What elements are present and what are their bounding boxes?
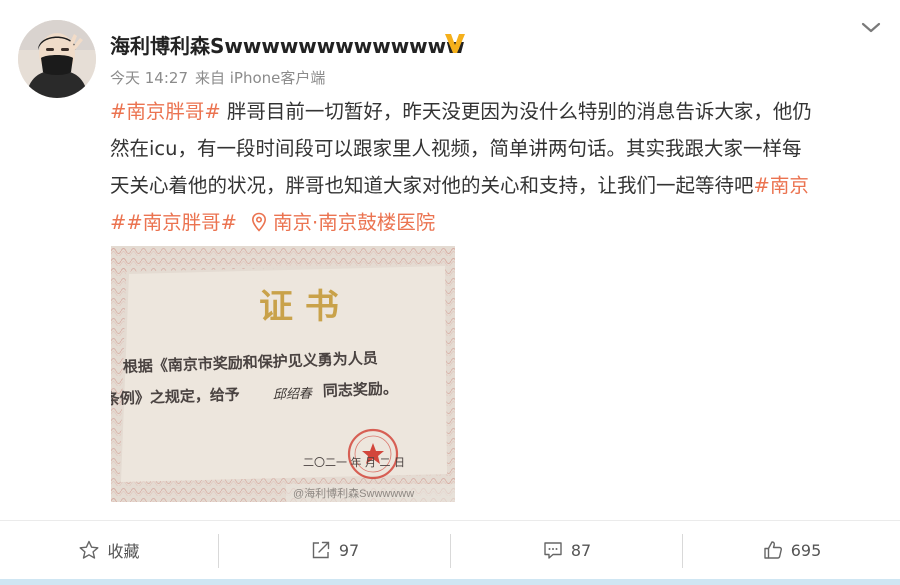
topic-tag[interactable]: #南京	[754, 174, 809, 197]
certificate-line-2-end: 同志奖励。	[323, 379, 399, 400]
comment-count: 87	[570, 540, 592, 560]
repost-button[interactable]: 97	[219, 521, 450, 579]
content-line: 然在icu，有一段时间段可以跟家里人视频，简单讲两句话。其实我跟大家一样每	[110, 130, 885, 167]
post-content: #南京胖哥# 胖哥目前一切暂好，昨天没更因为没什么特别的消息告诉大家，他仍 然在…	[110, 93, 885, 241]
avatar[interactable]	[18, 20, 96, 98]
favorite-button[interactable]: 收藏	[0, 521, 218, 579]
content-text: 然在icu，有一段时间段可以跟家里人视频，简单讲两句话。其实我跟大家一样每	[110, 137, 802, 160]
certificate-title: 证 书	[259, 287, 339, 327]
location-link[interactable]: 南京·南京鼓楼医院	[273, 211, 435, 234]
action-bar: 收藏 97 87 695	[0, 520, 900, 581]
chevron-down-icon[interactable]	[858, 18, 884, 38]
topic-tag[interactable]: #南京胖哥#	[110, 100, 221, 123]
star-icon	[79, 540, 99, 559]
post-image[interactable]: 证 书 根据《南京市奖励和保护见义勇为人员 条例》之规定，给予 邱绍春 同志奖励…	[111, 246, 455, 502]
certificate-date: 二〇二一 年 月 二 日	[303, 455, 405, 469]
content-line: ##南京胖哥# 南京·南京鼓楼医院	[110, 204, 885, 241]
like-count: 695	[790, 540, 822, 560]
next-card-edge	[0, 579, 900, 585]
content-line: #南京胖哥# 胖哥目前一切暂好，昨天没更因为没什么特别的消息告诉大家，他仍	[110, 93, 885, 130]
repost-icon	[312, 541, 330, 559]
image-watermark: @海利博利森Swwwwww	[293, 486, 414, 500]
certificate-photo: 证 书 根据《南京市奖励和保护见义勇为人员 条例》之规定，给予 邱绍春 同志奖励…	[111, 246, 455, 502]
favorite-label: 收藏	[107, 542, 140, 561]
content-line: 天关心着他的状况，胖哥也知道大家对他的关心和支持，让我们一起等待吧#南京	[110, 167, 885, 204]
comment-button[interactable]: 87	[451, 521, 682, 579]
topic-tag[interactable]: ##南京胖哥#	[110, 211, 237, 234]
avatar-image	[18, 20, 96, 98]
verified-v-icon	[445, 34, 465, 53]
comment-icon	[544, 542, 562, 559]
user-name[interactable]: 海利博利森Swwwwwwwwwwwww	[110, 30, 465, 59]
post-time[interactable]: 今天 14:27	[110, 69, 188, 87]
repost-count: 97	[338, 540, 360, 560]
weibo-post: 海利博利森Swwwwwwwwwwwww 今天 14:27 来自 iPhone客户端…	[0, 0, 900, 520]
post-source: 来自 iPhone客户端	[195, 69, 326, 87]
content-text: 胖哥目前一切暂好，昨天没更因为没什么特别的消息告诉大家，他仍	[220, 100, 812, 123]
post-meta: 今天 14:27 来自 iPhone客户端	[110, 67, 332, 88]
like-button[interactable]: 695	[683, 521, 900, 579]
location-pin-icon	[252, 212, 267, 232]
content-text: 天关心着他的状况，胖哥也知道大家对他的关心和支持，让我们一起等待吧	[110, 174, 754, 197]
certificate-recipient: 邱绍春	[273, 387, 314, 403]
thumbs-up-icon	[764, 541, 782, 559]
